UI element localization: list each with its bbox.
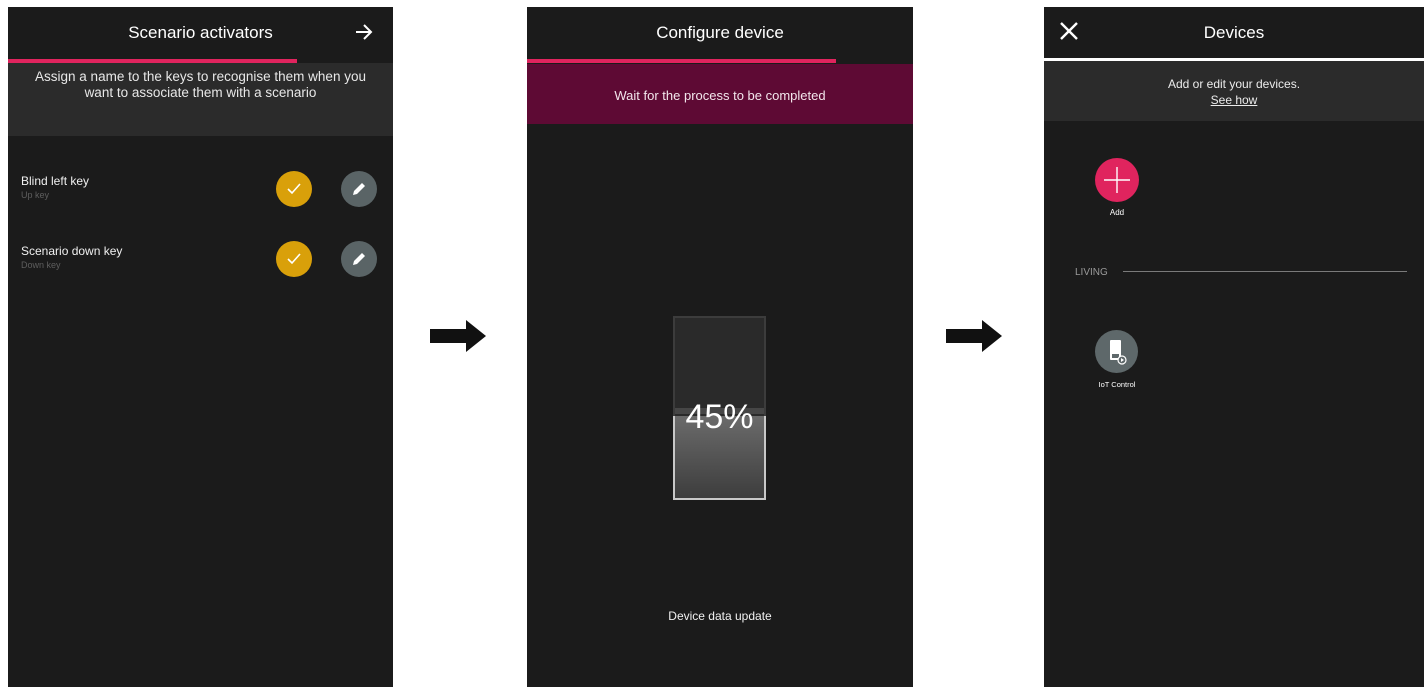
section-divider (1123, 271, 1407, 272)
check-icon (287, 183, 301, 195)
key-row[interactable]: Scenario down key Down key (8, 240, 393, 280)
key-subtitle: Down key (21, 260, 61, 270)
key-name: Scenario down key (21, 244, 123, 258)
edit-button[interactable] (341, 171, 377, 207)
plus-icon (1104, 167, 1130, 193)
pencil-icon (353, 183, 365, 195)
see-how-link[interactable]: See how (1044, 93, 1424, 107)
flow-arrow-icon (946, 320, 1002, 352)
check-icon (287, 253, 301, 265)
key-row[interactable]: Blind left key Up key (8, 170, 393, 210)
device-icon (1110, 340, 1127, 365)
progress-bar (527, 59, 836, 63)
key-name: Blind left key (21, 174, 90, 188)
edit-button[interactable] (341, 241, 377, 277)
screen-title: Devices (1203, 23, 1265, 42)
configure-device-screen: Configure device Wait for the process to… (527, 7, 913, 687)
iot-control-device-button[interactable] (1095, 330, 1138, 373)
info-text: Add or edit your devices. (1167, 77, 1301, 91)
screen-title: Configure device (656, 23, 784, 42)
devices-screen: Devices Add or edit your devices. See ho… (1044, 7, 1424, 687)
room-section-label: LIVING (1075, 267, 1108, 278)
add-label: Add (1109, 208, 1125, 217)
add-device-button[interactable] (1095, 158, 1139, 202)
app-header: Scenario activators (8, 7, 393, 62)
info-text: Assign a name to the keys to recognise t… (35, 69, 366, 100)
key-subtitle: Up key (21, 190, 50, 200)
progress-percent: 45% (685, 398, 754, 436)
device-label: IoT Control (1098, 380, 1136, 389)
banner-text: Wait for the process to be completed (614, 88, 826, 103)
status-banner: Wait for the process to be completed (527, 64, 913, 124)
pencil-icon (353, 253, 365, 265)
status-text: Device data update (668, 609, 772, 623)
app-header: Configure device (527, 7, 913, 62)
info-banner: Add or edit your devices. See how (1044, 61, 1424, 121)
arrow-right-icon[interactable] (353, 21, 375, 43)
info-banner: Assign a name to the keys to recognise t… (8, 63, 393, 136)
scenario-activators-screen: Scenario activators Assign a name to the… (8, 7, 393, 687)
screen-title: Scenario activators (128, 23, 273, 42)
confirm-button[interactable] (276, 241, 312, 277)
flow-arrow-icon (430, 320, 486, 352)
confirm-button[interactable] (276, 171, 312, 207)
progress-gauge: 45% (673, 316, 766, 500)
app-header: Devices (1044, 7, 1424, 62)
